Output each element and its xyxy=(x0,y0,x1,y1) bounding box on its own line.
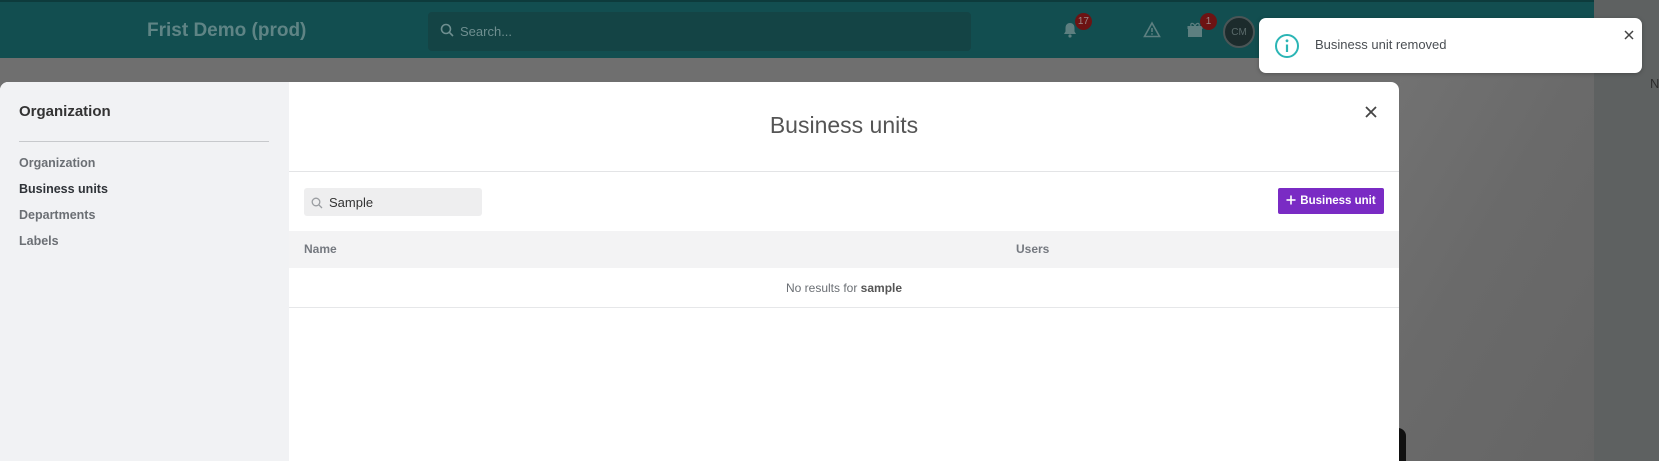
filter-search[interactable] xyxy=(304,188,482,216)
notifications-button[interactable]: 17 xyxy=(1058,13,1092,44)
business-units-modal: Organization Organization Business units… xyxy=(0,82,1399,461)
search-icon xyxy=(311,196,323,214)
table-header: Name Users xyxy=(289,231,1399,268)
empty-state-message: No results for sample xyxy=(289,281,1399,295)
background-text: N xyxy=(1650,76,1659,91)
app-title: Frist Demo (prod) xyxy=(147,20,307,41)
global-search-input[interactable] xyxy=(460,12,960,51)
user-avatar[interactable]: CM xyxy=(1223,16,1255,48)
close-icon xyxy=(1622,29,1636,46)
modal-close-button[interactable] xyxy=(1361,102,1381,122)
global-search[interactable] xyxy=(428,12,971,51)
modal-main: Business units Business unit Name Users … xyxy=(289,82,1399,461)
toast-notification: Business unit removed xyxy=(1259,18,1642,73)
sidebar-divider xyxy=(19,141,269,142)
search-icon xyxy=(440,23,454,42)
info-icon xyxy=(1274,33,1300,64)
modal-title: Business units xyxy=(769,112,919,138)
sidebar-item-organization[interactable]: Organization xyxy=(19,156,95,170)
column-header-users[interactable]: Users xyxy=(1016,242,1049,256)
warning-icon xyxy=(1143,20,1161,44)
gifts-badge: 1 xyxy=(1200,13,1217,30)
toast-close-button[interactable] xyxy=(1622,28,1636,42)
gifts-button[interactable]: 1 xyxy=(1183,13,1217,44)
sidebar-item-departments[interactable]: Departments xyxy=(19,208,95,222)
alerts-button[interactable] xyxy=(1140,20,1164,44)
toast-message: Business unit removed xyxy=(1315,37,1447,52)
column-header-name[interactable]: Name xyxy=(304,242,337,256)
filter-input[interactable] xyxy=(329,188,479,216)
close-icon xyxy=(1361,106,1381,126)
add-business-unit-button[interactable]: Business unit xyxy=(1278,188,1384,214)
notifications-badge: 17 xyxy=(1074,13,1092,30)
empty-state-prefix: No results for xyxy=(785,281,861,295)
add-business-unit-label: Business unit xyxy=(1300,195,1376,207)
empty-state-query: sample xyxy=(860,281,903,295)
sidebar-title: Organization xyxy=(19,103,111,120)
modal-sidebar: Organization Organization Business units… xyxy=(0,82,289,461)
empty-state-row: No results for sample xyxy=(289,268,1399,308)
sidebar-item-business-units[interactable]: Business units xyxy=(19,182,108,196)
plus-icon xyxy=(1286,195,1296,208)
background-content xyxy=(1400,58,1594,461)
title-divider xyxy=(289,171,1399,172)
sidebar-item-labels[interactable]: Labels xyxy=(19,234,59,248)
